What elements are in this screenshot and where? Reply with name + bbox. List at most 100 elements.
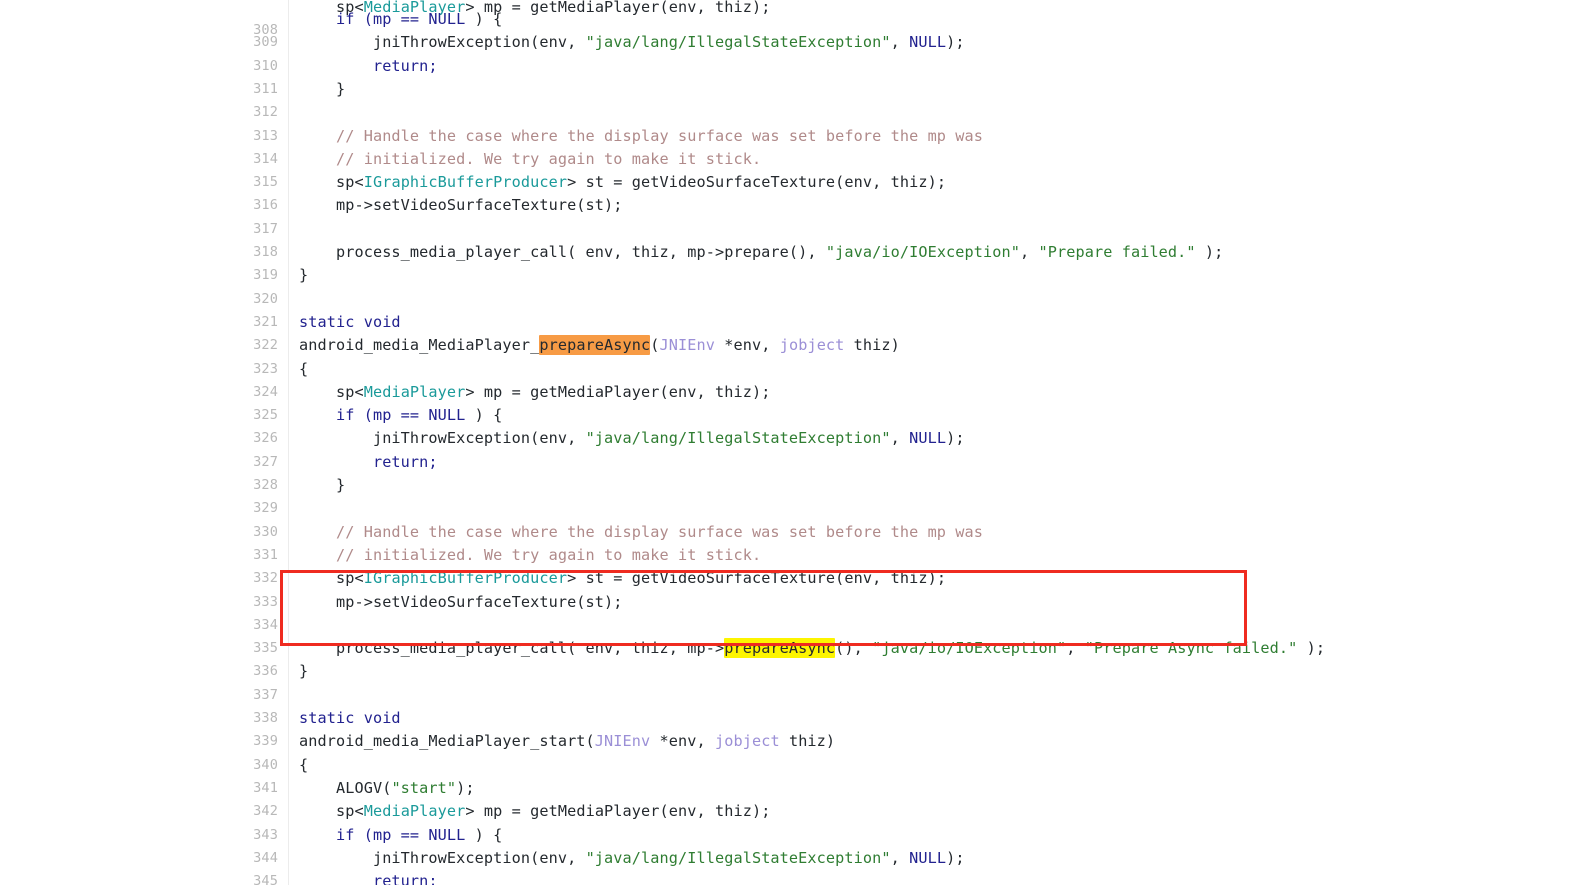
token-text: > mp = getMediaPlayer(env, thiz); — [465, 382, 771, 401]
token-function-name: android_media_MediaPlayer_ — [299, 336, 540, 355]
line-content: jniThrowException(env, "java/lang/Illega… — [299, 427, 965, 450]
code-line[interactable]: 316 sp<IGraphicBufferProducer> st = getV… — [0, 171, 1584, 213]
token-text: ALOGV( — [299, 778, 392, 797]
code-line[interactable]: 322 static void — [0, 311, 1584, 353]
token-text: jniThrowException(env, — [299, 429, 586, 448]
token-type: IGraphicBufferProducer — [363, 569, 568, 588]
token-text: *env, — [650, 732, 715, 751]
code-line[interactable]: 313 — [0, 101, 1584, 144]
token-text: ); — [456, 778, 475, 797]
code-line[interactable]: 323 android_media_MediaPlayer_prepareAsy… — [0, 334, 1584, 377]
line-content: android_media_MediaPlayer_prepareAsync(J… — [299, 334, 900, 357]
line-content: jniThrowException(env, "java/lang/Illega… — [299, 847, 965, 870]
token-string: "java/lang/IllegalStateException" — [585, 429, 891, 448]
line-content: sp<MediaPlayer> mp = getMediaPlayer(env,… — [299, 381, 770, 404]
line-content: mp->setVideoSurfaceTexture(st); — [299, 592, 623, 611]
token-text: sp< — [299, 569, 364, 588]
token-if: if (mp == — [299, 10, 429, 28]
token-text: , — [890, 33, 910, 52]
code-line[interactable]: 332 // initialized. We try again to make… — [0, 544, 1584, 586]
token-if: if (mp == — [299, 406, 429, 425]
token-text: process_media_player_call( env, thiz, mp… — [299, 243, 826, 261]
line-content-comment: // Handle the case where the display sur… — [299, 522, 984, 541]
line-content-keyword: static void — [299, 312, 401, 331]
code-line[interactable]: 315 // initialized. We try again to make… — [0, 148, 1584, 190]
yellow-highlight-prepareasync[interactable]: prepareAsync — [724, 638, 836, 659]
token-text: > mp = getMediaPlayer(env, thiz); — [465, 802, 771, 821]
token-text: > st = getVideoSurfaceTexture(env, thiz)… — [567, 173, 947, 192]
token-string: "java/io/IOException" — [825, 243, 1021, 261]
token-text: ); — [1195, 243, 1224, 261]
code-line[interactable]: 338 — [0, 684, 1584, 726]
line-content: sp<IGraphicBufferProducer> st = getVideo… — [299, 171, 946, 194]
code-line[interactable]: 311 return; — [0, 55, 1584, 97]
line-content: } — [299, 78, 345, 101]
token-return: return; — [299, 872, 438, 885]
code-line[interactable]: 331 // Handle the case where the display… — [0, 521, 1584, 563]
code-line[interactable]: 324 { — [0, 358, 1584, 400]
code-line[interactable]: 336 process_media_player_call( env, thiz… — [0, 637, 1584, 679]
token-type: MediaPlayer — [363, 382, 466, 401]
code-line[interactable]: 346 return; — [0, 870, 1584, 885]
code-line[interactable]: 320 } — [0, 264, 1584, 306]
token-text: ) { — [465, 825, 503, 844]
token-type: MediaPlayer — [363, 802, 466, 821]
code-line[interactable]: 333 sp<IGraphicBufferProducer> st = getV… — [0, 567, 1584, 609]
token-param-type: JNIEnv — [594, 732, 651, 751]
token-null: NULL — [428, 10, 466, 28]
code-line[interactable]: 319 process_media_player_call( env, thiz… — [0, 241, 1584, 283]
token-text: > st = getVideoSurfaceTexture(env, thiz)… — [567, 569, 947, 588]
code-line[interactable]: 310 jniThrowException(env, "java/lang/Il… — [0, 31, 1584, 73]
token-param-type: jobject — [779, 336, 845, 355]
token-text: , — [1066, 639, 1085, 658]
token-string: "start" — [391, 778, 457, 797]
code-line[interactable]: 344 if (mp == NULL ) { — [0, 824, 1584, 866]
token-text: ); — [946, 429, 965, 448]
line-content-comment: // initialized. We try again to make it … — [299, 149, 762, 168]
code-line[interactable]: 345 jniThrowException(env, "java/lang/Il… — [0, 847, 1584, 885]
code-line[interactable]: 326 if (mp == NULL ) { — [0, 404, 1584, 446]
code-line[interactable]: 325 sp<MediaPlayer> mp = getMediaPlayer(… — [0, 381, 1584, 423]
code-line[interactable]: 337 } — [0, 660, 1584, 702]
code-line[interactable]: 339 static void — [0, 707, 1584, 749]
token-if: if (mp == — [299, 825, 429, 844]
code-line[interactable]: 309 if (mp == NULL ) { — [0, 8, 1584, 50]
code-line[interactable]: 317 mp->setVideoSurfaceTexture(st); — [0, 194, 1584, 236]
token-text: ) { — [465, 406, 503, 425]
token-param-type: JNIEnv — [659, 336, 715, 355]
code-line[interactable]: 340 android_media_MediaPlayer_start(JNIE… — [0, 730, 1584, 772]
code-line[interactable]: 321 — [0, 288, 1584, 330]
token-text: jniThrowException(env, — [299, 33, 586, 52]
token-type: IGraphicBufferProducer — [363, 173, 568, 192]
line-content: return; — [299, 870, 438, 885]
code-line[interactable]: 341 { — [0, 754, 1584, 796]
token-text: , — [890, 848, 910, 867]
code-line[interactable]: 342 ALOGV("start"); — [0, 777, 1584, 819]
code-line[interactable]: 312 } — [0, 78, 1584, 120]
token-text: ) { — [465, 10, 503, 28]
token-return: return; — [299, 56, 438, 75]
code-line[interactable]: 314 // Handle the case where the display… — [0, 125, 1584, 167]
code-line[interactable]: 335 — [0, 614, 1584, 656]
token-text: , — [890, 429, 910, 448]
orange-highlight-prepareasync[interactable]: prepareAsync — [539, 335, 651, 356]
token-text: thiz) — [779, 732, 836, 751]
line-content: } — [299, 266, 309, 285]
token-text: ); — [946, 848, 965, 867]
code-area[interactable]: 308 sp<MediaPlayer> mp = getMediaPlayer(… — [0, 0, 1584, 885]
token-param-type: jobject — [714, 732, 780, 751]
code-line[interactable]: 318 — [0, 218, 1584, 260]
code-line[interactable]: 334 mp->setVideoSurfaceTexture(st); — [0, 591, 1584, 633]
line-content-comment: // initialized. We try again to make it … — [299, 545, 762, 564]
token-text: process_media_player_call( env, thiz, mp… — [299, 639, 725, 658]
code-line[interactable]: 329 } — [0, 474, 1584, 516]
code-line[interactable]: 327 jniThrowException(env, "java/lang/Il… — [0, 427, 1584, 469]
code-line[interactable]: 343 sp<MediaPlayer> mp = getMediaPlayer(… — [0, 800, 1584, 842]
code-line[interactable]: 330 — [0, 497, 1584, 540]
line-content: android_media_MediaPlayer_start(JNIEnv *… — [299, 730, 835, 753]
line-content: if (mp == NULL ) { — [299, 8, 502, 31]
token-text: sp< — [299, 382, 364, 401]
token-text: ( — [650, 336, 660, 355]
code-line[interactable]: 328 return; — [0, 451, 1584, 493]
token-null: NULL — [909, 848, 947, 867]
